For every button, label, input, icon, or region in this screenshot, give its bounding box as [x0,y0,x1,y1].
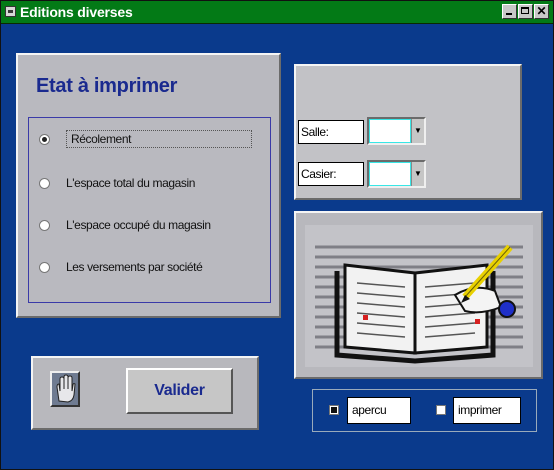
illustration-panel [294,211,543,379]
casier-combo-value[interactable] [369,162,411,186]
option-espace-occupe[interactable]: L'espace occupé du magasin [39,216,211,234]
option-label: L'espace total du magasin [66,176,196,190]
option-versements[interactable]: Les versements par société [39,258,203,276]
option-label: L'espace occupé du magasin [66,218,211,232]
apercu-checkbox[interactable] [329,405,339,415]
etat-option-group: Récolement L'espace total du magasin L'e… [28,117,271,303]
maximize-button[interactable] [518,4,533,19]
etat-panel: Etat à imprimer Récolement L'espace tota… [16,53,281,318]
apercu-label[interactable]: apercu [347,397,411,424]
radio-recolement[interactable] [39,133,50,145]
window-title: Editions diverses [20,4,133,20]
close-button[interactable]: ✕ [534,4,549,19]
option-label: Les versements par société [66,260,203,274]
chevron-down-icon[interactable]: ▼ [411,162,424,186]
chevron-down-icon[interactable]: ▼ [411,119,424,143]
minimize-button[interactable] [502,4,517,19]
valider-panel: Valider [31,356,259,430]
hand-icon [56,374,76,403]
option-recolement[interactable]: Récolement [39,130,252,148]
radio-espace-total[interactable] [39,177,50,189]
window-controls: ✕ [502,4,549,19]
salle-combo-value[interactable] [369,119,411,143]
output-options: apercu imprimer [312,389,537,432]
imprimer-label[interactable]: imprimer [453,397,521,424]
casier-combo[interactable]: ▼ [367,160,426,188]
app-icon[interactable] [5,6,16,17]
option-label: Récolement [66,130,252,148]
hand-button[interactable] [50,371,80,407]
option-espace-total[interactable]: L'espace total du magasin [39,174,195,192]
radio-espace-occupe[interactable] [39,219,50,231]
valider-button[interactable]: Valider [126,368,233,414]
casier-label: Casier: [298,162,364,186]
editions-window: Editions diverses ✕ Etat à imprimer Réco… [0,0,554,470]
etat-title: Etat à imprimer [36,75,178,97]
title-bar[interactable]: Editions diverses ✕ [1,1,553,24]
salle-combo[interactable]: ▼ [367,117,426,145]
salle-casier-panel: Salle: ▼ Casier: ▼ [294,64,522,200]
imprimer-checkbox[interactable] [436,405,446,415]
open-book-writing-icon [305,225,533,367]
salle-label: Salle: [298,120,364,144]
radio-versements[interactable] [39,261,50,273]
